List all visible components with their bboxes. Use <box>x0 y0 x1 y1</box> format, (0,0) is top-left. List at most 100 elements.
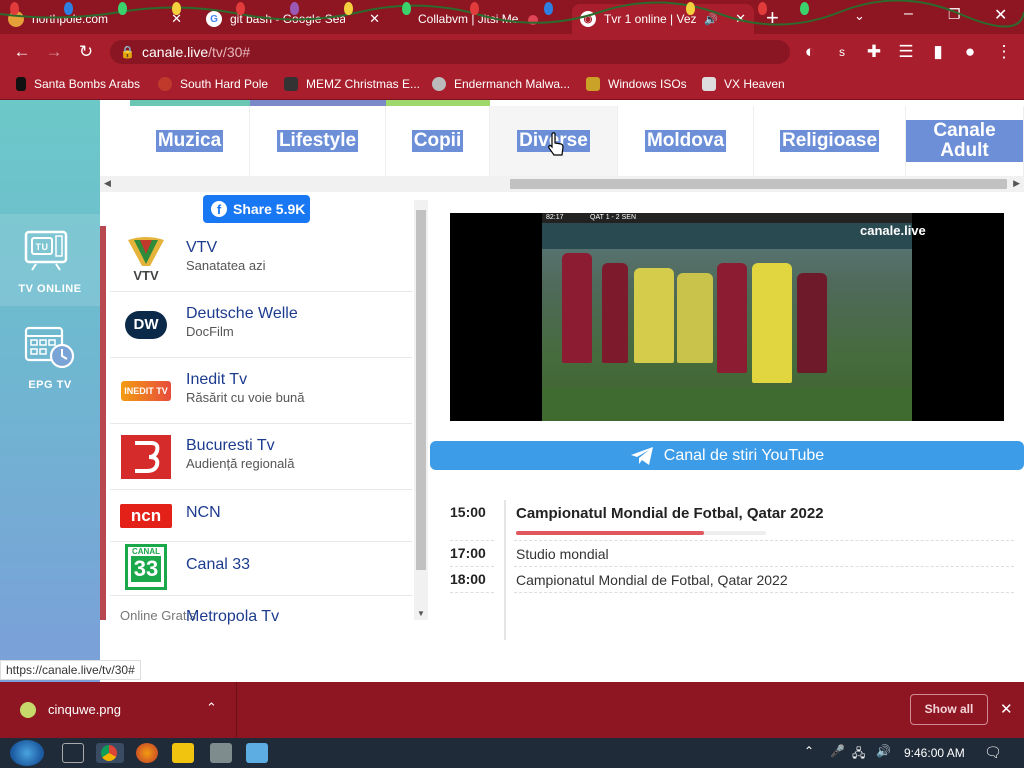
left-sidebar: TU TV ONLINE EPG TV <box>0 100 100 682</box>
tab-collabvm[interactable]: Collabvm | Jitsi Meet <box>390 4 570 34</box>
close-tab-icon[interactable]: ✕ <box>735 11 746 27</box>
download-item[interactable]: cinquwe.png <box>48 702 121 717</box>
channel-row-ncn[interactable]: ncn NCN <box>110 490 412 542</box>
restore-button[interactable]: ❐ <box>948 6 961 23</box>
category-canale-adult[interactable]: Canale Adult <box>906 106 1024 176</box>
category-religioase[interactable]: Religioase <box>754 106 906 176</box>
lock-icon: 🔒 <box>120 45 135 59</box>
file-explorer-icon[interactable] <box>172 743 194 763</box>
chrome-taskbar-icon[interactable] <box>96 743 124 763</box>
category-lifestyle[interactable]: Lifestyle <box>250 106 386 176</box>
epg-schedule: 15:00 Campionatul Mondial de Fotbal, Qat… <box>430 480 1024 680</box>
svg-text:TU: TU <box>36 242 49 252</box>
scroll-down-arrow-icon[interactable]: ▼ <box>417 609 425 618</box>
facebook-icon: f <box>211 201 227 217</box>
firefox-taskbar-icon[interactable] <box>136 743 158 763</box>
tab-strip: northpole.com ✕ G git bash - Google Sear… <box>0 0 1024 34</box>
facebook-share-button[interactable]: f Share 5.9K <box>203 195 310 223</box>
bookmarks-bar: Santa Bombs Arabs South Hard Pole MEMZ C… <box>0 70 1024 100</box>
broken-image: Online Gratis <box>120 608 196 623</box>
ncn-logo: ncn <box>120 493 172 539</box>
nav-epg-tv[interactable]: EPG TV <box>0 318 100 398</box>
volume-icon[interactable]: 🔊 <box>876 744 891 758</box>
speaker-icon[interactable]: 🔊 <box>704 13 718 26</box>
category-moldova[interactable]: Moldova <box>618 106 754 176</box>
channel-row-metropola-tv[interactable]: Online Gratis Metropola Tv <box>110 596 412 626</box>
dw-logo: DW <box>120 302 172 348</box>
profile-avatar-icon[interactable]: ● <box>960 42 980 62</box>
back-button[interactable]: ← <box>12 42 32 62</box>
category-menu: Muzica Lifestyle Copii Diverse Moldova R… <box>100 100 1024 176</box>
program-progress-bar <box>516 531 766 535</box>
video-player[interactable]: 82:17 QAT 1 - 2 SEN canale.live <box>450 213 1004 421</box>
channel-row-canal-33[interactable]: CANAL 33 Canal 33 <box>110 542 412 596</box>
youtube-news-channel-button[interactable]: Canal de stiri YouTube <box>430 441 1024 470</box>
channel-row-inedit-tv[interactable]: INEDIT TV Inedit Tv Răsărit cu voie bună <box>110 358 412 424</box>
category-copii[interactable]: Copii <box>386 106 490 176</box>
clock[interactable]: 9:46:00 AM <box>904 746 965 760</box>
inedit-tv-logo: INEDIT TV <box>120 368 172 414</box>
forward-button[interactable]: → <box>44 42 64 62</box>
close-window-button[interactable]: ✕ <box>994 5 1007 25</box>
close-tab-icon[interactable]: ✕ <box>369 11 380 27</box>
puzzle-icon[interactable]: ✚ <box>864 42 884 62</box>
google-icon: G <box>206 11 222 27</box>
channel-row-bucuresti-tv[interactable]: Bucuresti Tv Audiență regională <box>110 424 412 490</box>
channel-list-scrollbar[interactable]: ▼ <box>414 200 428 620</box>
menu-kebab-icon[interactable]: ⋮ <box>994 42 1014 62</box>
telegram-icon <box>630 446 653 465</box>
tv-icon: TU <box>24 230 68 271</box>
bookmark-vx-heaven[interactable]: VX Heaven <box>702 77 785 91</box>
channel-list: VTV VTV Sanatatea azi DW Deutsche Welle … <box>100 200 430 625</box>
channel-row-deutsche-welle[interactable]: DW Deutsche Welle DocFilm <box>110 292 412 358</box>
chevron-up-icon[interactable]: ⌃ <box>804 744 814 758</box>
close-download-bar-icon[interactable]: ✕ <box>1000 700 1013 718</box>
scrollbar-thumb[interactable] <box>416 210 426 570</box>
new-tab-button[interactable]: + <box>766 5 779 31</box>
chevron-up-icon[interactable]: ⌃ <box>206 700 217 716</box>
status-bar-link: https://canale.live/tv/30# <box>0 660 141 680</box>
show-all-button[interactable]: Show all <box>910 694 988 725</box>
tab-search-icon[interactable]: ⌄ <box>854 8 865 24</box>
scrollbar-thumb[interactable] <box>510 179 1007 189</box>
tab-tvr1-online[interactable]: ◉ Tvr 1 online | Vezi gratis 🔊 ✕ <box>572 4 754 34</box>
tab-northpole[interactable]: northpole.com ✕ <box>0 4 190 34</box>
bucuresti-tv-logo <box>120 434 172 480</box>
mouse-pointer-icon <box>548 132 564 156</box>
file-icon <box>20 702 36 718</box>
current-program-title: Campionatul Mondial de Fotbal, Qatar 202… <box>516 505 824 522</box>
task-view-icon[interactable] <box>62 743 84 763</box>
extension-s-icon[interactable]: s <box>832 42 852 62</box>
microphone-icon[interactable]: 🎤 <box>830 744 845 758</box>
scroll-left-arrow-icon[interactable]: ◀ <box>104 178 111 189</box>
calendar-clock-icon <box>24 326 75 369</box>
bookmark-santa-bombs[interactable]: Santa Bombs Arabs <box>16 77 140 91</box>
scroll-right-arrow-icon[interactable]: ▶ <box>1013 178 1020 189</box>
app-taskbar-icon[interactable] <box>210 743 232 763</box>
canale-live-watermark: canale.live <box>860 223 926 238</box>
page-content: TU TV ONLINE EPG TV Muzica Lifestyle Cop… <box>0 100 1024 682</box>
channel-row-vtv[interactable]: VTV VTV Sanatatea azi <box>110 226 412 292</box>
minimize-button[interactable]: – <box>904 5 913 23</box>
bookmark-memz[interactable]: MEMZ Christmas E... <box>284 77 420 91</box>
bookmark-endermanch[interactable]: Endermanch Malwa... <box>432 77 570 91</box>
bookmark-windows-isos[interactable]: Windows ISOs <box>586 77 687 91</box>
side-panel-icon[interactable]: ▮ <box>928 42 948 62</box>
app-taskbar-icon[interactable] <box>246 743 268 763</box>
canal-33-logo: CANAL 33 <box>120 544 172 590</box>
address-bar[interactable]: 🔒 canale.live/tv/30# <box>110 40 790 64</box>
reload-button[interactable]: ↻ <box>76 42 96 62</box>
network-icon[interactable]: 🖧 <box>852 744 865 765</box>
category-muzica[interactable]: Muzica <box>130 106 250 176</box>
globe-icon: ◉ <box>580 11 596 27</box>
notification-icon[interactable]: 🗨 <box>984 744 1002 761</box>
bookmark-south-hard-pole[interactable]: South Hard Pole <box>158 77 268 91</box>
vtv-logo: VTV <box>120 236 172 282</box>
media-controls-icon[interactable]: ☰ <box>896 42 916 62</box>
program-title: Campionatul Mondial de Fotbal, Qatar 202… <box>516 572 788 588</box>
start-button[interactable] <box>10 740 44 766</box>
category-scrollbar[interactable]: ◀ ▶ <box>100 176 1024 192</box>
nav-tv-online[interactable]: TU TV ONLINE <box>0 214 100 306</box>
extension-flag-icon[interactable]: ◐ <box>800 42 820 62</box>
program-title: Studio mondial <box>516 546 609 562</box>
